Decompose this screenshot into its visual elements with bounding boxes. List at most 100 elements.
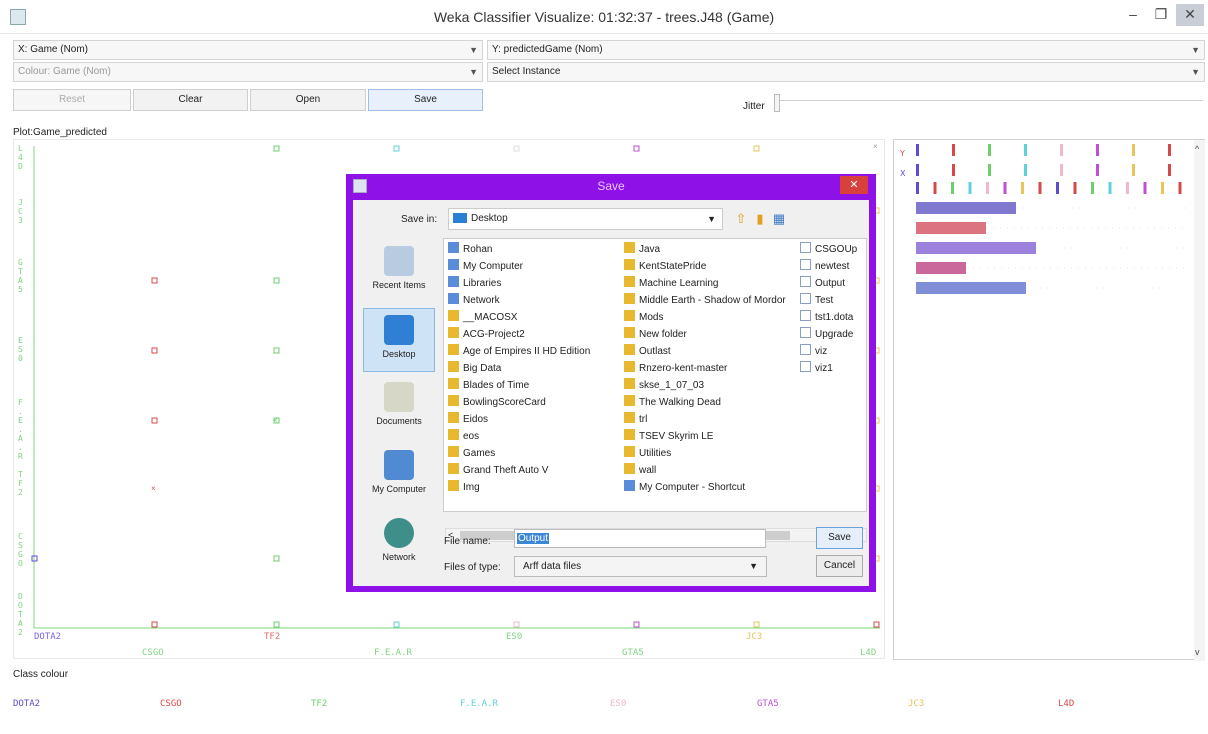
up-folder-icon[interactable]: ⇧ — [733, 211, 749, 227]
file-name-input[interactable]: Output — [514, 529, 766, 548]
attr-mark — [951, 182, 954, 194]
file-item[interactable]: My Computer — [448, 258, 626, 275]
attribute-panel[interactable]: Y X ^ v — [893, 139, 1205, 661]
class-colour-title: Class colour — [13, 669, 69, 680]
dialog-cancel-button[interactable]: Cancel — [816, 555, 863, 577]
plot-point — [273, 621, 280, 628]
open-button[interactable]: Open — [250, 89, 366, 111]
file-item-label: KentStatePride — [639, 261, 707, 272]
place-documents[interactable]: Documents — [363, 376, 435, 440]
place-desktop[interactable]: Desktop — [363, 308, 435, 372]
plot-point — [273, 145, 280, 152]
select-instance-select[interactable]: Select Instance ▼ — [487, 62, 1205, 82]
file-item[interactable]: Output — [800, 275, 866, 292]
file-item[interactable]: wall — [624, 462, 800, 479]
file-item[interactable]: Middle Earth - Shadow of Mordor — [624, 292, 800, 309]
plot-point — [513, 621, 520, 628]
maximize-button[interactable]: ❐ — [1148, 4, 1174, 26]
file-item[interactable]: tst1.dota — [800, 309, 866, 326]
file-item[interactable]: Age of Empires II HD Edition — [448, 343, 626, 360]
file-item[interactable]: New folder — [624, 326, 800, 343]
jitter-slider-track[interactable] — [778, 100, 1203, 106]
attr-mark — [1060, 164, 1063, 176]
dialog-save-button[interactable]: Save — [816, 527, 863, 549]
file-item[interactable]: Outlast — [624, 343, 800, 360]
colour-select[interactable]: Colour: Game (Nom) ▼ — [13, 62, 483, 82]
file-item[interactable]: trl — [624, 411, 800, 428]
file-item[interactable]: newtest — [800, 258, 866, 275]
file-item[interactable]: The Walking Dead — [624, 394, 800, 411]
legend-item: JC3 — [908, 699, 925, 709]
file-item[interactable]: BowlingScoreCard — [448, 394, 626, 411]
file-item[interactable]: Machine Learning — [624, 275, 800, 292]
file-item[interactable]: My Computer - Shortcut — [624, 479, 800, 496]
attr-mark — [952, 144, 955, 156]
folder-icon — [624, 412, 635, 423]
x-axis-select[interactable]: X: Game (Nom) ▼ — [13, 40, 483, 60]
folder-icon — [624, 259, 635, 270]
y-marker: Y — [899, 149, 905, 158]
attr-scrollbar[interactable] — [1194, 140, 1205, 661]
file-item[interactable]: Test — [800, 292, 866, 309]
place-label: Recent Items — [372, 280, 426, 290]
file-item[interactable]: Grand Theft Auto V — [448, 462, 626, 479]
file-item-label: Blades of Time — [463, 380, 530, 391]
reset-button[interactable]: Reset — [13, 89, 131, 111]
place-recent-items[interactable]: Recent Items — [363, 240, 435, 304]
file-list[interactable]: Rohan My Computer Libraries Network __MACOSX… — [443, 238, 867, 512]
save-in-select[interactable]: Desktop ▼ — [448, 208, 723, 230]
file-item[interactable]: Rnzero-kent-master — [624, 360, 800, 377]
minimize-button[interactable]: – — [1120, 4, 1146, 26]
file-item-label: BowlingScoreCard — [463, 397, 546, 408]
folder-icon — [624, 480, 635, 491]
file-item[interactable]: Libraries — [448, 275, 626, 292]
y-tick-label: E S 0 — [18, 336, 23, 363]
place-my-computer[interactable]: My Computer — [363, 444, 435, 508]
plot-point — [273, 347, 280, 354]
file-item[interactable]: Java — [624, 241, 800, 258]
file-item[interactable]: __MACOSX — [448, 309, 626, 326]
file-item[interactable]: Eidos — [448, 411, 626, 428]
x-tick-label: L4D — [860, 648, 877, 658]
file-item[interactable]: Big Data — [448, 360, 626, 377]
file-item[interactable]: Rohan — [448, 241, 626, 258]
file-item-label: Age of Empires II HD Edition — [463, 346, 591, 357]
file-item[interactable]: TSEV Skyrim LE — [624, 428, 800, 445]
file-item[interactable]: Network — [448, 292, 626, 309]
attr-mark — [1038, 182, 1042, 194]
new-folder-icon[interactable]: ▮ — [752, 211, 768, 227]
attr-mark — [1168, 144, 1171, 156]
desktop-icon — [384, 315, 414, 345]
y-axis-select[interactable]: Y: predictedGame (Nom) ▼ — [487, 40, 1205, 60]
file-item[interactable]: CSGOUp — [800, 241, 866, 258]
file-item-label: The Walking Dead — [639, 397, 721, 408]
place-network[interactable]: Network — [363, 512, 435, 576]
file-item[interactable]: eos — [448, 428, 626, 445]
close-button[interactable]: ✕ — [1176, 4, 1204, 26]
y-tick-label: J C 3 — [18, 198, 23, 225]
files-of-type-select[interactable]: Arff data files ▼ — [514, 556, 767, 577]
view-menu-icon[interactable]: ▦ — [771, 211, 787, 227]
file-item[interactable]: Img — [448, 479, 626, 496]
clear-button[interactable]: Clear — [133, 89, 248, 111]
file-item[interactable]: viz — [800, 343, 866, 360]
scroll-down-icon[interactable]: v — [1195, 647, 1200, 657]
file-item[interactable]: ACG-Project2 — [448, 326, 626, 343]
file-item-label: Rnzero-kent-master — [639, 363, 728, 374]
file-item[interactable]: Utilities — [624, 445, 800, 462]
chevron-down-icon: ▼ — [749, 561, 758, 571]
file-item[interactable]: Mods — [624, 309, 800, 326]
file-item[interactable]: Upgrade — [800, 326, 866, 343]
file-item-label: newtest — [815, 261, 850, 272]
dialog-close-button[interactable]: ✕ — [840, 176, 868, 194]
attr-mark — [952, 164, 955, 176]
file-item-label: ACG-Project2 — [463, 329, 525, 340]
place-label: Desktop — [382, 349, 416, 359]
file-item[interactable]: Blades of Time — [448, 377, 626, 394]
jitter-slider-thumb[interactable] — [774, 94, 780, 112]
file-item[interactable]: Games — [448, 445, 626, 462]
file-item[interactable]: viz1 — [800, 360, 866, 377]
file-item[interactable]: skse_1_07_03 — [624, 377, 800, 394]
file-item[interactable]: KentStatePride — [624, 258, 800, 275]
save-button[interactable]: Save — [368, 89, 483, 111]
